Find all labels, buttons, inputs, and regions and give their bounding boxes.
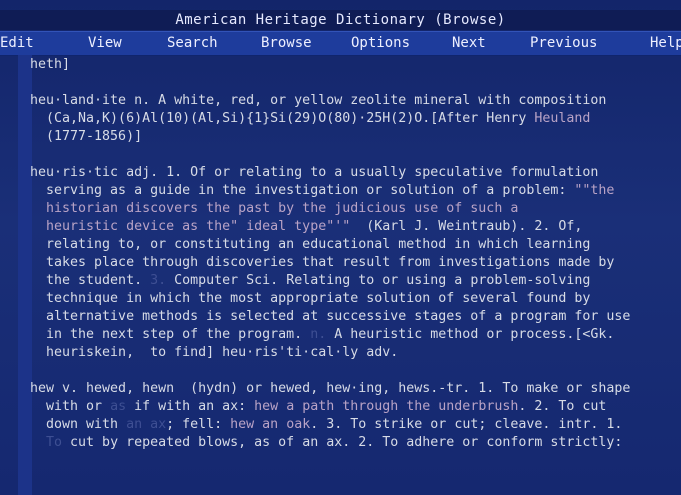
menu-edit[interactable]: Edit [0,32,34,55]
entry-line: alternative methods is selected at succe… [30,308,680,326]
entry-line: in the next step of the program. n. A he… [30,326,680,344]
definition-text: Computer Sci. Relating to or using a pro… [166,273,591,288]
entry-spacer [30,74,680,92]
menu-next[interactable]: Next [452,32,486,55]
menu-browse[interactable]: Browse [261,32,312,55]
menu-view[interactable]: View [88,32,122,55]
menu-search[interactable]: Search [167,32,218,55]
faded-text: To [46,435,63,450]
definition-text: A heuristic method or process.[<Gk. [326,327,615,342]
entry-line: serving as a guide in the investigation … [30,182,680,200]
entry-line: historian discovers the past by the judi… [30,200,680,218]
menu-previous[interactable]: Previous [530,32,597,55]
entry-line: the student. 3. Computer Sci. Relating t… [30,272,680,290]
definition-text: takes place through discoveries that res… [30,255,615,270]
definition-text: ; fell: [166,417,231,432]
entry-line: technique in which the most appropriate … [30,290,680,308]
entry-spacer [30,362,680,380]
faded-text: as [110,399,127,414]
definition-text: heu·ris·tic adj. 1. Of or relating to a … [30,165,599,180]
dictionary-entry: heth] [30,56,680,74]
entry-line: heth] [30,56,680,74]
dictionary-entry: heu·land·ite n. A white, red, or yellow … [30,92,680,146]
faded-text: 3. [150,273,167,288]
menu-bar: Edit View Search Browse Options Next Pre… [0,31,681,56]
highlighted-text: hew an oak [230,417,311,432]
definition-text: heuriskein, to find] heu·ris'ti·cal·ly a… [30,345,399,360]
definition-text: heu·land·ite n. A white, red, or yellow … [30,93,607,108]
menu-help[interactable]: Help [650,32,681,55]
entry-line: heuriskein, to find] heu·ris'ti·cal·ly a… [30,344,680,362]
entry-line: relating to, or constituting an educatio… [30,236,680,254]
definition-text-area: heth] heu·land·ite n. A white, red, or ye… [30,56,680,495]
window-title: American Heritage Dictionary (Browse) [0,10,681,30]
definition-text: (1777-1856)] [30,129,143,144]
entry-line: heu·ris·tic adj. 1. Of or relating to a … [30,164,680,182]
highlighted-text: ""the [574,183,615,198]
definition-text: cut by repeated blows, as of an ax. 2. T… [62,435,623,450]
definition-text [30,435,46,450]
entry-line: To cut by repeated blows, as of an ax. 2… [30,434,680,452]
dictionary-screen: American Heritage Dictionary (Browse) Ed… [0,0,681,495]
entry-line: heu·land·ite n. A white, red, or yellow … [30,92,680,110]
definition-text: alternative methods is selected at succe… [30,309,631,324]
entry-line: heuristic device as the" ideal type"'" (… [30,218,680,236]
highlighted-text: historian discovers the past by the judi… [30,201,519,216]
highlighted-text: heuristic device as the" ideal type"'" [30,219,351,234]
definition-text: the student. [30,273,151,288]
entry-line: (1777-1856)] [30,128,680,146]
definition-text: (Ca,Na,K)(6)Al(10)(Al,Si){1}Si(29)O(80)·… [30,111,535,126]
definition-text: technique in which the most appropriate … [30,291,591,306]
definition-text: heth] [30,57,71,72]
menu-options[interactable]: Options [351,32,410,55]
dictionary-entry: heu·ris·tic adj. 1. Of or relating to a … [30,164,680,362]
faded-text: n. [310,327,327,342]
entry-line: with or as if with an ax: hew a path thr… [30,398,680,416]
definition-text: in the next step of the program. [30,327,311,342]
entry-line: down with an ax; fell: hew an oak. 3. To… [30,416,680,434]
definition-text: with or [30,399,111,414]
entry-line: (Ca,Na,K)(6)Al(10)(Al,Si){1}Si(29)O(80)·… [30,110,680,128]
entry-line: takes place through discoveries that res… [30,254,680,272]
definition-text: hew v. hewed, hewn (hydn) or hewed, hew·… [30,381,631,396]
dictionary-entry: hew v. hewed, hewn (hydn) or hewed, hew·… [30,380,680,452]
faded-text: an ax [126,417,167,432]
definition-text: . 3. To strike or cut; cleave. intr. 1. [310,417,623,432]
highlighted-text: hew a path through the underbrush [254,399,519,414]
definition-text: if with an ax: [126,399,255,414]
entry-spacer [30,146,680,164]
entry-line: hew v. hewed, hewn (hydn) or hewed, hew·… [30,380,680,398]
definition-text: serving as a guide in the investigation … [30,183,575,198]
definition-text: . 2. To cut [518,399,607,414]
highlighted-text: Heuland [534,111,591,126]
definition-text: down with [30,417,127,432]
definition-text: relating to, or constituting an educatio… [30,237,591,252]
definition-text: (Karl J. Weintraub). 2. Of, [350,219,583,234]
